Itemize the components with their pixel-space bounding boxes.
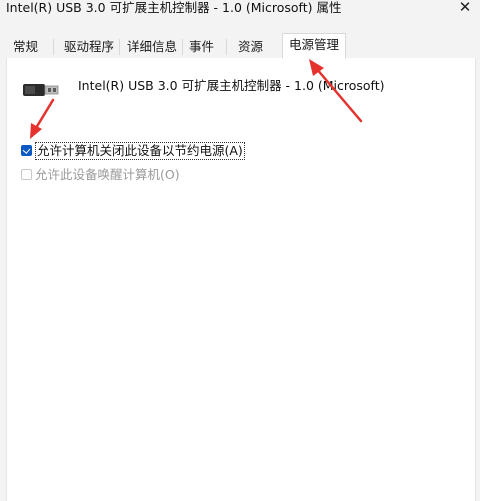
- allow-wake-label: 允许此设备唤醒计算机(O): [35, 167, 180, 182]
- tab-divider: [53, 39, 54, 55]
- tab-general[interactable]: 常规: [13, 37, 38, 57]
- device-name: Intel(R) USB 3.0 可扩展主机控制器 - 1.0 (Microso…: [78, 78, 385, 93]
- power-management-panel: [6, 58, 476, 501]
- allow-wake-option: 允许此设备唤醒计算机(O): [21, 167, 180, 183]
- usb-plug-icon: [23, 84, 59, 96]
- tab-divider: [182, 39, 183, 55]
- close-icon[interactable]: ✕: [456, 0, 474, 16]
- tab-details[interactable]: 详细信息: [127, 37, 177, 57]
- tab-bar: 常规 驱动程序 详细信息 事件 资源 电源管理: [0, 33, 480, 59]
- tab-power-management[interactable]: 电源管理: [282, 33, 347, 59]
- allow-wake-checkbox: [21, 169, 32, 180]
- window-title: Intel(R) USB 3.0 可扩展主机控制器 - 1.0 (Microso…: [6, 0, 342, 15]
- allow-power-off-option[interactable]: 允许计算机关闭此设备以节约电源(A): [21, 142, 245, 160]
- allow-power-off-checkbox[interactable]: [21, 145, 32, 156]
- tab-driver[interactable]: 驱动程序: [64, 37, 114, 57]
- tab-divider: [226, 39, 227, 55]
- tab-resources[interactable]: 资源: [238, 37, 263, 57]
- allow-power-off-label[interactable]: 允许计算机关闭此设备以节约电源(A): [35, 142, 245, 160]
- properties-window: Intel(R) USB 3.0 可扩展主机控制器 - 1.0 (Microso…: [0, 0, 480, 501]
- tab-divider: [119, 39, 120, 55]
- tab-events[interactable]: 事件: [189, 37, 214, 57]
- title-bar: Intel(R) USB 3.0 可扩展主机控制器 - 1.0 (Microso…: [0, 0, 480, 22]
